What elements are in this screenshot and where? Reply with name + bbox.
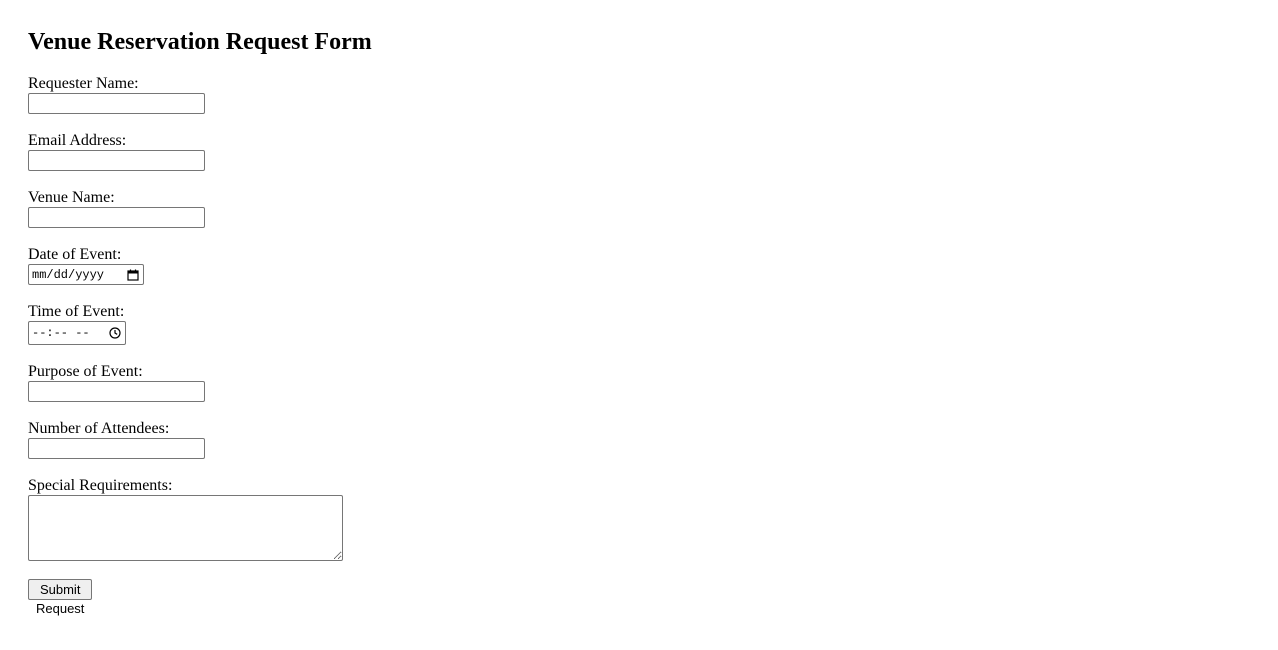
requester-name-group: Requester Name: bbox=[28, 75, 205, 114]
attendees-group: Number of Attendees: bbox=[28, 420, 205, 459]
email-label: Email Address: bbox=[28, 132, 127, 149]
requester-name-label: Requester Name: bbox=[28, 75, 139, 92]
event-date-input[interactable]: mm/dd/yyyy bbox=[28, 264, 144, 285]
purpose-group: Purpose of Event: bbox=[28, 363, 205, 402]
calendar-icon[interactable] bbox=[126, 268, 139, 281]
email-group: Email Address: bbox=[28, 132, 205, 171]
event-time-group: Time of Event: --:-- -- bbox=[28, 303, 126, 345]
venue-name-label: Venue Name: bbox=[28, 189, 115, 206]
email-input[interactable] bbox=[28, 150, 205, 171]
event-date-group: Date of Event: mm/dd/yyyy bbox=[28, 246, 144, 285]
attendees-label: Number of Attendees: bbox=[28, 420, 170, 437]
submit-request-button[interactable]: Submit Request bbox=[28, 579, 93, 616]
requester-name-input[interactable] bbox=[28, 93, 205, 114]
attendees-input[interactable] bbox=[28, 438, 205, 459]
event-date-label: Date of Event: bbox=[28, 246, 122, 263]
venue-name-input[interactable] bbox=[28, 207, 205, 228]
event-time-placeholder: --:-- -- bbox=[32, 326, 90, 340]
venue-name-group: Venue Name: bbox=[28, 189, 205, 228]
clock-icon[interactable] bbox=[108, 327, 121, 340]
special-requirements-label: Special Requirements: bbox=[28, 477, 173, 494]
event-date-placeholder: mm/dd/yyyy bbox=[32, 267, 105, 282]
special-requirements-textarea[interactable] bbox=[28, 495, 343, 561]
special-requirements-group: Special Requirements: bbox=[28, 477, 343, 561]
page-title: Venue Reservation Request Form bbox=[28, 29, 372, 55]
event-time-label: Time of Event: bbox=[28, 303, 125, 320]
purpose-label: Purpose of Event: bbox=[28, 363, 143, 380]
purpose-input[interactable] bbox=[28, 381, 205, 402]
event-time-input[interactable]: --:-- -- bbox=[28, 321, 126, 345]
